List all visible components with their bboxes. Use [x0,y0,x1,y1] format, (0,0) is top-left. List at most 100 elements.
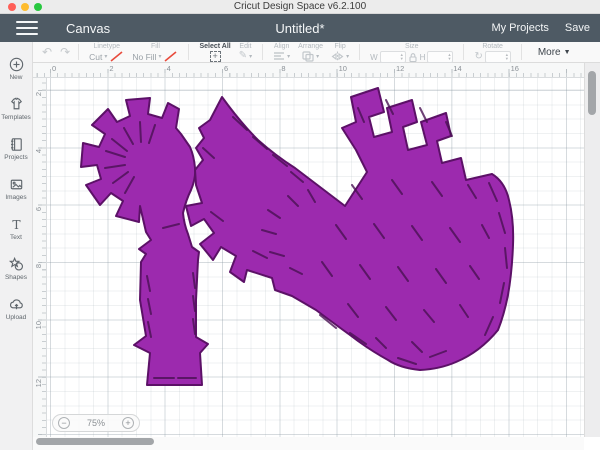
ruler-tick-label: 6 [224,64,228,73]
ruler-tick-label: 4 [34,149,43,153]
ruler-tick-label: 8 [281,64,285,73]
lock-icon[interactable] [408,52,418,63]
ruler-tick-label: 10 [339,64,347,73]
sidebar-item-label: Upload [6,314,27,321]
arrange-label: Arrange [298,43,323,51]
menu-hamburger-icon[interactable] [16,21,38,35]
align-icon[interactable] [273,51,285,61]
ruler-tick-label: 2 [34,92,43,96]
sidebar-item-shapes[interactable]: Shapes [0,256,32,296]
sidebar-item-projects[interactable]: Projects [0,136,32,176]
edit-group: Edit ✎ ▾ [235,42,256,62]
tshirt-icon [8,96,25,113]
ruler-tick-label: 2 [109,64,113,73]
vertical-scrollbar-track[interactable] [584,63,600,437]
size-label: Size [405,43,419,51]
zoom-control: − 75% + [52,414,140,432]
fill-color-swatch[interactable] [163,51,178,62]
arrange-group: Arrange ▾ [294,42,327,62]
picture-icon [8,176,25,193]
letter-t-icon: T [8,216,25,233]
ruler-tick-label: 10 [34,321,43,329]
zoom-level: 75% [87,418,105,428]
ruler-tick-label: 12 [34,379,43,387]
fill-label: Fill [151,43,160,51]
sidebar-item-label: Projects [4,154,27,161]
window-title: Cricut Design Space v6.2.100 [0,1,600,12]
fill-dropdown[interactable]: No Fill [132,52,156,62]
rotate-label: Rotate [482,43,503,51]
sidebar-item-templates[interactable]: Templates [0,96,32,136]
canvas-label: Canvas [66,21,110,36]
notebook-icon [8,136,25,153]
width-label: W [370,53,378,62]
stepper-icon[interactable]: ▲▼ [447,53,452,61]
align-label: Align [274,43,290,51]
ruler-horizontal: 0 2 4 6 8 10 12 14 16 [33,63,584,78]
select-all-icon[interactable]: + [210,51,221,62]
rotate-group: Rotate ↻ ▲▼ [470,42,514,62]
flip-label: Flip [334,43,345,51]
plus-circle-icon [8,56,25,73]
app-header: Canvas Untitled* My Projects Save [0,14,600,42]
stepper-icon[interactable]: ▲▼ [400,53,405,61]
cloud-upload-icon [8,296,25,313]
chevron-down-icon[interactable]: ▾ [346,53,349,60]
rotate-field[interactable]: ▲▼ [485,51,511,63]
linetype-group: Linetype Cut ▾ [85,42,128,62]
ruler-vertical: 2 4 6 8 10 12 [33,78,47,437]
more-dropdown[interactable]: More ▼ [538,42,571,62]
select-all-label: Select All [199,43,230,51]
width-field[interactable]: ▲▼ [380,51,406,63]
linetype-color-swatch[interactable] [109,51,124,62]
arrange-icon[interactable] [302,51,314,62]
svg-text:T: T [12,218,21,232]
sidebar-item-images[interactable]: Images [0,176,32,216]
star-circle-icon [8,256,25,273]
sidebar-item-upload[interactable]: Upload [0,296,32,336]
sidebar-item-label: Images [5,194,26,201]
height-field[interactable]: ▲▼ [427,51,453,63]
sidebar-item-text[interactable]: T Text [0,216,32,256]
size-group: Size W ▲▼ H ▲▼ [366,42,457,62]
chevron-down-icon[interactable]: ▾ [158,53,161,60]
ruler-tick-label: 14 [453,64,461,73]
ruler-tick-label: 16 [511,64,519,73]
rotate-icon: ↻ [474,52,482,62]
zoom-out-button[interactable]: − [58,417,70,429]
my-projects-link[interactable]: My Projects [491,22,548,34]
chevron-down-icon[interactable]: ▾ [316,53,319,60]
chevron-down-icon[interactable]: ▾ [249,53,252,60]
edit-toolbar: ↶ ↷ Linetype Cut ▾ Fill No Fill ▾ Select… [0,42,600,63]
undo-icon[interactable]: ↶ [42,45,52,59]
vertical-scrollbar-thumb[interactable] [588,71,596,115]
chevron-down-icon: ▼ [564,49,571,56]
sidebar-item-label: Templates [1,114,31,121]
ruler-tick-label: 8 [34,264,43,268]
chevron-down-icon[interactable]: ▾ [104,53,107,60]
save-link[interactable]: Save [565,22,590,34]
sidebar-item-new[interactable]: New [0,56,32,96]
linetype-label: Linetype [94,43,120,51]
sidebar-item-label: Text [10,234,22,241]
zoom-in-button[interactable]: + [122,417,134,429]
linetype-dropdown[interactable]: Cut [89,52,102,62]
titlebar: Cricut Design Space v6.2.100 [0,0,600,14]
more-label: More [538,47,561,58]
chevron-down-icon[interactable]: ▾ [287,53,290,60]
fill-group: Fill No Fill ▾ [128,42,182,62]
app-window: Cricut Design Space v6.2.100 Canvas Unti… [0,0,600,450]
edit-icon[interactable]: ✎ [239,51,247,61]
ruler-tick-label: 6 [34,207,43,211]
ruler-tick-label: 0 [52,64,56,73]
ruler-tick-label: 4 [167,64,171,73]
redo-icon[interactable]: ↷ [60,45,70,59]
stepper-icon[interactable]: ▲▼ [505,53,510,61]
horizontal-scrollbar-thumb[interactable] [36,438,154,445]
sidebar-item-label: Shapes [5,274,27,281]
flip-group: Flip ▾ [327,42,353,62]
sidebar-item-label: New [9,74,22,81]
ruler-tick-label: 12 [396,64,404,73]
insert-sidebar: New Templates Projects Images T Text Sha… [0,42,33,450]
flip-icon[interactable] [331,51,344,62]
